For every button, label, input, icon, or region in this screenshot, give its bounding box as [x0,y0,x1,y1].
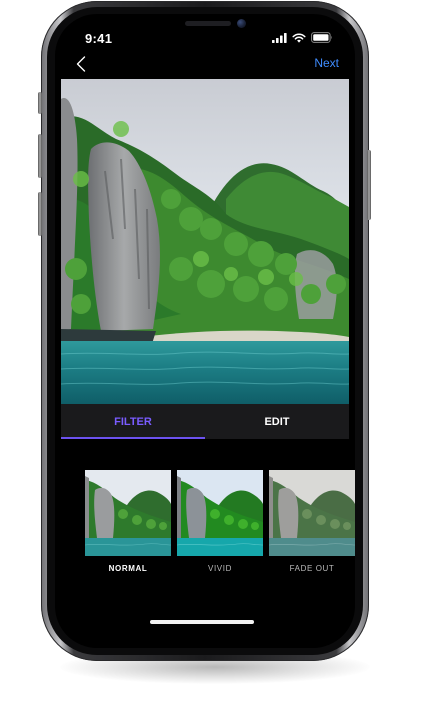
earpiece-speaker [185,21,231,26]
filter-item-fade-out[interactable]: FADE OUT [269,470,355,573]
tab-filter-label: FILTER [114,415,152,428]
notch [133,14,277,40]
volume-down-button [38,192,42,236]
filter-thumbnail [269,470,355,556]
filter-label-fade-out: FADE OUT [289,564,335,573]
filter-label-normal: NORMAL [108,564,148,573]
filter-thumbnail [85,470,171,556]
status-icons [272,32,333,43]
landscape-photo [61,79,349,404]
tab-edit[interactable]: EDIT [205,404,349,439]
filter-strip: NORMAL VIVID FADE OUT [85,470,355,580]
home-indicator[interactable] [150,620,254,624]
cellular-signal-icon [272,32,287,43]
phone-screen: 9:41 Next FILTER EDIT NORMAL VIVID FADE … [55,14,355,648]
wifi-icon [292,32,306,43]
active-tab-indicator [61,437,205,439]
volume-up-button [38,134,42,178]
editor-tabs: FILTER EDIT [61,404,349,439]
chevron-left-icon [76,56,86,72]
filter-item-vivid[interactable]: VIVID [177,470,263,573]
tab-edit-label: EDIT [264,415,290,428]
filter-label-vivid: VIVID [208,564,232,573]
filter-thumbnail [177,470,263,556]
power-button [367,150,371,220]
tab-filter[interactable]: FILTER [61,404,205,439]
mute-switch [38,92,42,114]
filter-item-normal[interactable]: NORMAL [85,470,171,573]
front-camera [237,19,246,28]
photo-preview [61,79,349,404]
device-mockup: 9:41 Next FILTER EDIT NORMAL VIVID FADE … [0,0,427,720]
status-time: 9:41 [85,31,113,46]
next-button[interactable]: Next [314,56,339,70]
battery-icon [311,32,332,43]
back-button[interactable] [71,54,91,74]
